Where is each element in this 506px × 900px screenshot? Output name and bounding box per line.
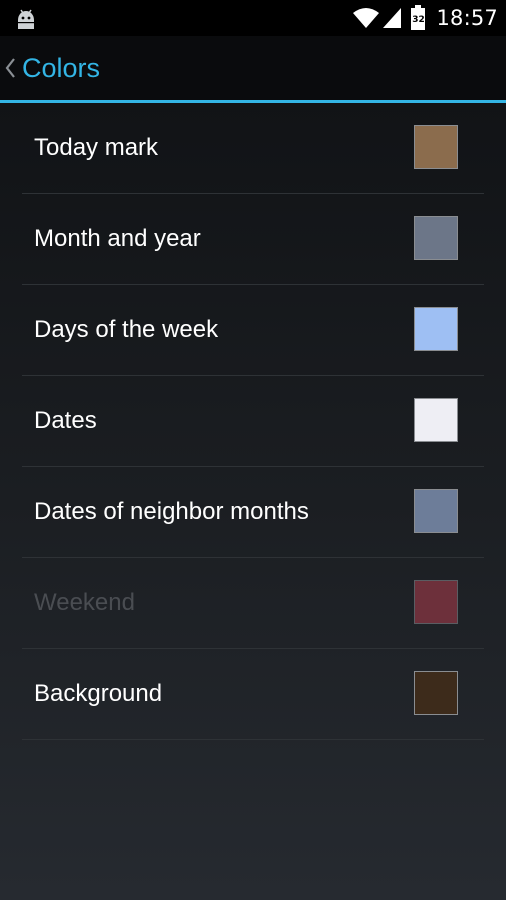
list-item-label: Weekend xyxy=(34,589,135,616)
list-item-dates[interactable]: Dates xyxy=(22,376,484,467)
list-item-label: Dates xyxy=(34,407,97,434)
list-item-today-mark[interactable]: Today mark xyxy=(22,103,484,194)
list-item-dates-of-neighbor-months[interactable]: Dates of neighbor months xyxy=(22,467,484,558)
color-swatch xyxy=(414,580,458,624)
battery-icon: 32 xyxy=(410,5,426,31)
list-item-background[interactable]: Background xyxy=(22,649,484,740)
color-swatch[interactable] xyxy=(414,125,458,169)
wifi-icon xyxy=(352,7,380,29)
list-item-month-and-year[interactable]: Month and year xyxy=(22,194,484,285)
signal-icon xyxy=(382,7,402,29)
list-item-label: Dates of neighbor months xyxy=(34,498,309,525)
screen: 32 18:57 Colors Today mark Month and yea… xyxy=(0,0,506,900)
battery-level: 32 xyxy=(412,15,425,25)
up-button[interactable]: Colors xyxy=(0,36,112,100)
list-item-label: Month and year xyxy=(34,225,201,252)
color-swatch[interactable] xyxy=(414,398,458,442)
status-time: 18:57 xyxy=(436,6,498,30)
color-preference-list: Today mark Month and year Days of the we… xyxy=(22,103,484,740)
page-title: Colors xyxy=(22,53,101,83)
status-bar: 32 18:57 xyxy=(0,0,506,36)
list-item-days-of-the-week[interactable]: Days of the week xyxy=(22,285,484,376)
list-item-label: Background xyxy=(34,680,163,707)
color-swatch[interactable] xyxy=(414,216,458,260)
status-icons: 32 18:57 xyxy=(352,0,498,36)
color-swatch[interactable] xyxy=(414,671,458,715)
color-swatch[interactable] xyxy=(414,307,458,351)
chevron-left-icon xyxy=(4,57,16,79)
action-bar: Colors xyxy=(0,36,506,103)
list-item-weekend: Weekend xyxy=(22,558,484,649)
list-item-label: Today mark xyxy=(34,134,159,161)
android-icon xyxy=(14,6,38,30)
color-swatch[interactable] xyxy=(414,489,458,533)
list-item-label: Days of the week xyxy=(34,316,219,343)
